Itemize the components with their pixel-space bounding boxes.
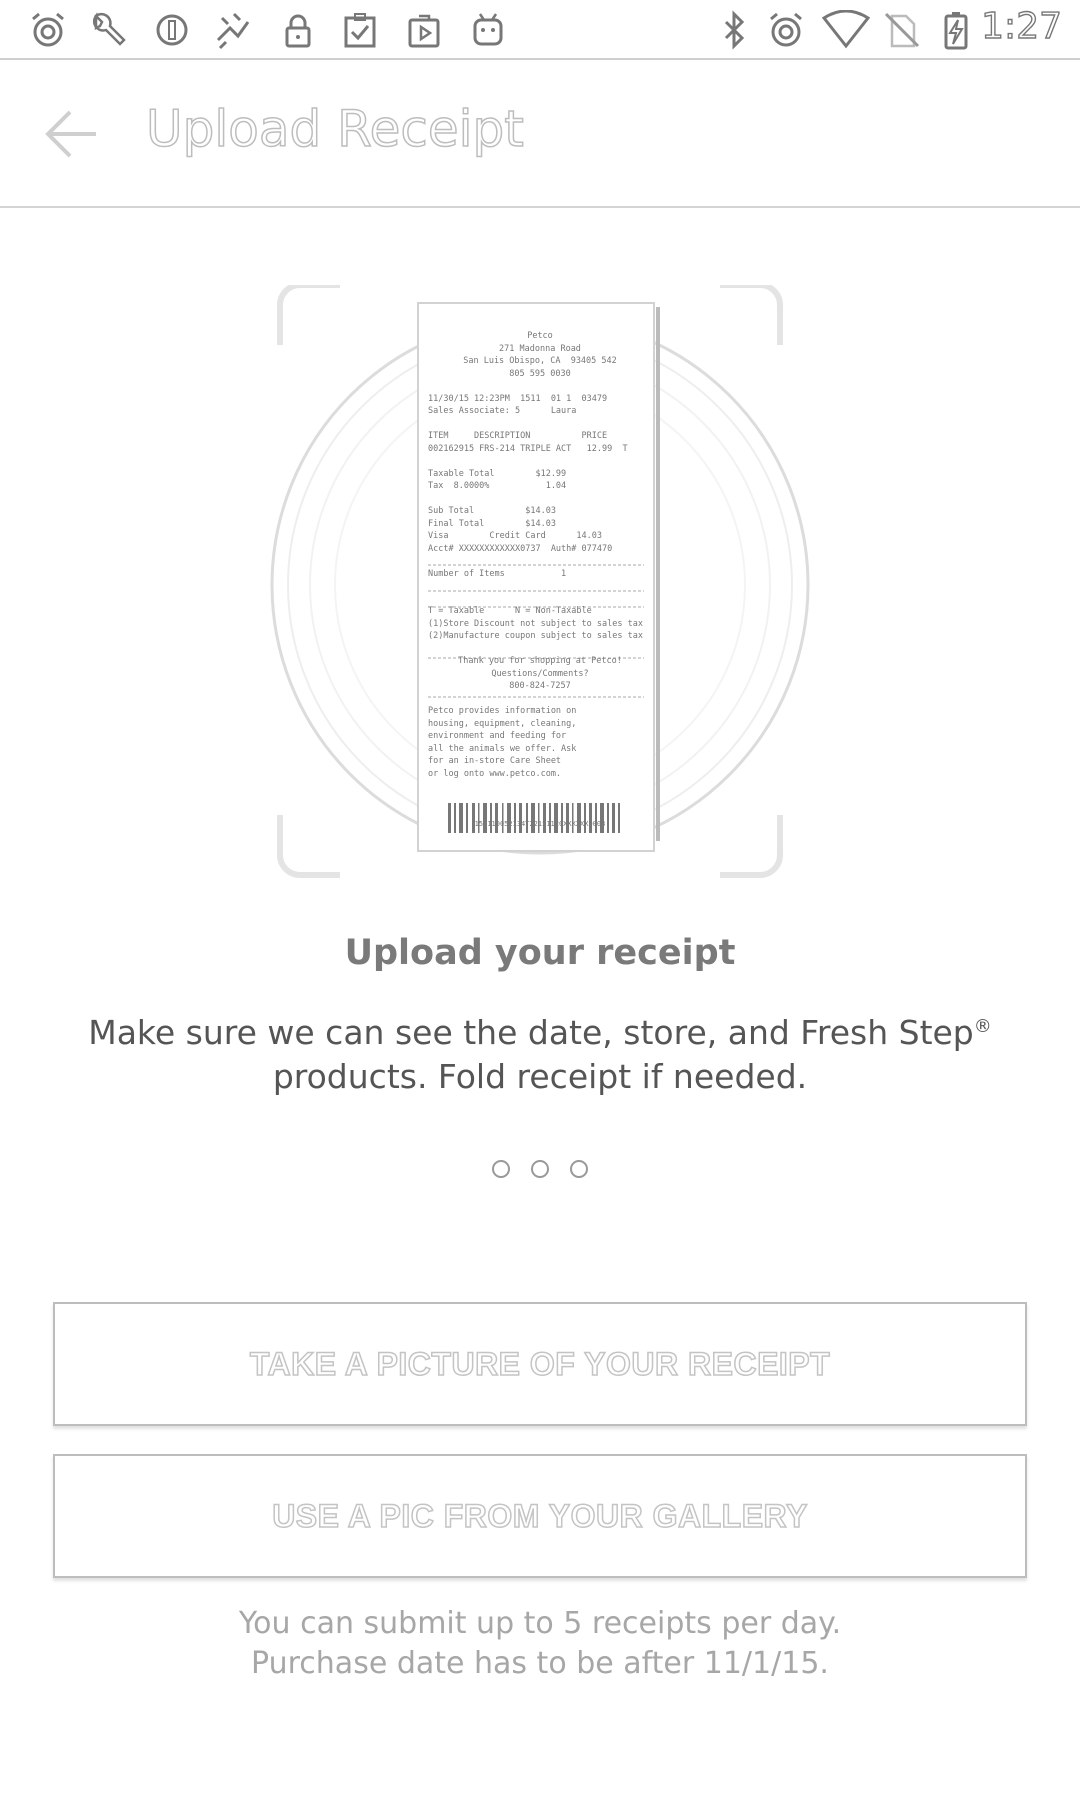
receipt-line: Acct# XXXXXXXXXXXX0737 Auth# 077470 <box>428 543 613 554</box>
receipt-line: Number of Items 1 <box>428 568 567 579</box>
pager-dots <box>0 1160 1080 1182</box>
receipt-line: Sub Total $14.03 <box>428 506 556 516</box>
battery-charging-icon <box>936 10 976 50</box>
android-icon <box>468 10 508 50</box>
page-title: Upload Receipt <box>145 99 524 159</box>
instructions-line: products. Fold receipt if needed. <box>272 1057 808 1096</box>
receipt-store: Petco <box>527 331 553 341</box>
receipt-text: Petco 271 Madonna Road San Luis Obispo, CA… <box>428 330 652 830</box>
receipt-line: environment and feeding for <box>428 731 567 741</box>
receipt-date: 11/30/15 12:23PM 1511 01 1 03479 <box>428 393 608 404</box>
note-line: Purchase date has to be after 11/1/15. <box>251 1646 829 1681</box>
wrench-icon <box>88 10 128 50</box>
receipt-line: Taxable Total $12.99 <box>428 468 567 479</box>
receipt-associate: Sales Associate: 5 Laura <box>428 406 577 416</box>
receipt-line: housing, equipment, cleaning, <box>428 718 577 729</box>
status-time: 1:27 <box>980 5 1062 47</box>
receipt-barcode-number: 151110052134T22151120XXXXXX0003 <box>474 819 606 828</box>
receipt-line: Final Total $14.03 <box>428 518 556 529</box>
pager-dot[interactable] <box>531 1160 549 1178</box>
use-gallery-button[interactable]: USE A PIC FROM YOUR GALLERY <box>53 1454 1027 1578</box>
no-sim-icon <box>882 10 922 50</box>
receipt-line: Tax 8.0000% 1.04 <box>428 481 567 491</box>
plugin-icon <box>212 10 252 50</box>
receipt-line: Visa Credit Card 14.03 <box>428 531 602 541</box>
clipboard-icon <box>340 10 380 50</box>
submission-note: You can submit up to 5 receipts per day.… <box>0 1604 1080 1684</box>
receipt-line: Petco provides information on <box>428 706 577 716</box>
pager-dot[interactable] <box>491 1160 510 1178</box>
take-picture-button[interactable]: TAKE A PICTURE OF YOUR RECEIPT <box>53 1302 1027 1426</box>
instructions-line: Make sure we can see the date, store, an… <box>88 1013 974 1052</box>
receipt-line: T = Taxable N = Non-Taxable <box>428 606 592 616</box>
alarm-icon <box>766 10 806 50</box>
lock-icon <box>278 10 318 50</box>
receipt-line: 800-824-7257 <box>509 681 571 691</box>
receipt-phone: 805 595 0030 <box>509 368 571 379</box>
status-bar: 1:27 <box>0 0 1080 60</box>
wifi-icon <box>821 9 871 50</box>
circle-icon <box>152 10 192 50</box>
alarm-icon <box>28 10 68 50</box>
receipt-address: San Luis Obispo, CA 93405 542 <box>463 356 617 366</box>
arrow-left-icon[interactable] <box>40 104 104 164</box>
instructions-text: Make sure we can see the date, store, an… <box>60 1005 1020 1099</box>
app-bar: Upload Receipt <box>0 60 1080 208</box>
receipt-line: Questions/Comments? <box>491 668 589 679</box>
pager-dot[interactable] <box>570 1160 589 1178</box>
bluetooth-icon <box>714 10 754 50</box>
receipt-item: 002162915 FRS-214 TRIPLE ACT 12.99 T <box>428 443 628 454</box>
receipt-line: (2)Manufacture coupon subject to sales t… <box>428 631 643 641</box>
play-store-icon <box>404 10 444 50</box>
receipt-line: for an in-store Care Sheet <box>428 756 562 766</box>
receipt-address: 271 Madonna Road <box>499 343 581 354</box>
receipt-line: or log onto www.petco.com. <box>428 768 562 779</box>
receipt-header: ITEM DESCRIPTION PRICE <box>428 431 608 441</box>
section-heading: Upload your receipt <box>344 933 736 973</box>
receipt-line: Thank you for shopping at Petco! <box>458 656 622 666</box>
receipt-line: all the animals we offer. Ask <box>428 743 577 754</box>
receipt-line: (1)Store Discount not subject to sales t… <box>428 618 643 629</box>
registered-mark: ® <box>973 1016 992 1037</box>
note-line: You can submit up to 5 receipts per day. <box>238 1606 842 1641</box>
